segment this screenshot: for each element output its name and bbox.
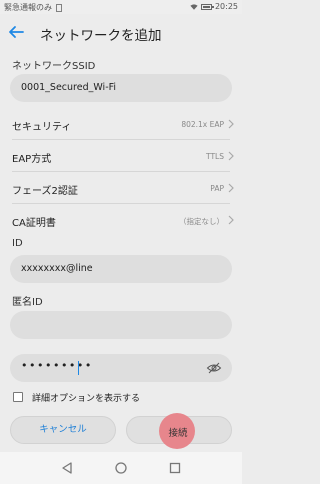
chevron-right-icon [228, 119, 234, 129]
back-arrow-icon[interactable] [6, 22, 26, 42]
battery-icon [200, 3, 214, 10]
chevron-right-icon [228, 215, 234, 225]
eap-method-value: TTLS [206, 152, 224, 161]
chevron-right-icon [228, 183, 234, 193]
page-title: ネットワークを追加 [40, 28, 162, 44]
ca-cert-row[interactable]: CA証明書 （指定なし） [0, 204, 242, 236]
ca-cert-value: （指定なし） [179, 217, 224, 226]
password-value: ••••••••• [21, 359, 93, 372]
phase2-auth-row[interactable]: フェーズ2認証 PAP [0, 172, 242, 204]
status-time: 20:25 [214, 2, 238, 11]
anon-identity-input[interactable] [10, 311, 232, 339]
eap-method-label: EAP方式 [12, 154, 52, 165]
identity-input[interactable]: xxxxxxxx@line [10, 255, 232, 283]
ssid-label: ネットワークSSID [12, 61, 96, 72]
phase2-auth-value: PAP [210, 184, 224, 193]
cancel-button[interactable]: キャンセル [10, 416, 116, 444]
status-carrier-text: 緊急通報のみ [4, 3, 52, 12]
advanced-options-label[interactable]: 詳細オプションを表示する [32, 391, 140, 404]
password-input[interactable]: ••••••••• [10, 354, 232, 382]
nav-recent-icon[interactable] [168, 461, 182, 475]
wifi-icon [190, 3, 198, 10]
eap-method-row[interactable]: EAP方式 TTLS [0, 140, 242, 172]
advanced-options-checkbox[interactable] [13, 392, 23, 402]
status-bar: 緊急通報のみ 20:25 [0, 0, 242, 14]
security-label: セキュリティ [12, 122, 72, 133]
system-nav-bar [0, 452, 242, 484]
text-cursor [78, 361, 79, 375]
anon-identity-label: 匿名ID [12, 297, 43, 308]
chevron-right-icon [228, 151, 234, 161]
eye-off-icon[interactable] [206, 360, 222, 376]
security-value: 802.1x EAP [181, 120, 224, 129]
ssid-input[interactable]: 0001_Secured_Wi-Fi [10, 74, 232, 102]
app-bar: ネットワークを追加 [0, 14, 242, 50]
phase2-auth-label: フェーズ2認証 [12, 186, 78, 197]
sim-icon [56, 3, 62, 12]
identity-label: ID [12, 238, 23, 249]
nav-home-icon[interactable] [114, 461, 128, 475]
identity-value: xxxxxxxx@line [21, 263, 93, 274]
ssid-value: 0001_Secured_Wi-Fi [21, 82, 117, 93]
security-row[interactable]: セキュリティ 802.1x EAP [0, 108, 242, 140]
connect-button-label: 接続 [168, 428, 188, 439]
nav-back-icon[interactable] [60, 461, 74, 475]
ca-cert-label: CA証明書 [12, 218, 56, 229]
